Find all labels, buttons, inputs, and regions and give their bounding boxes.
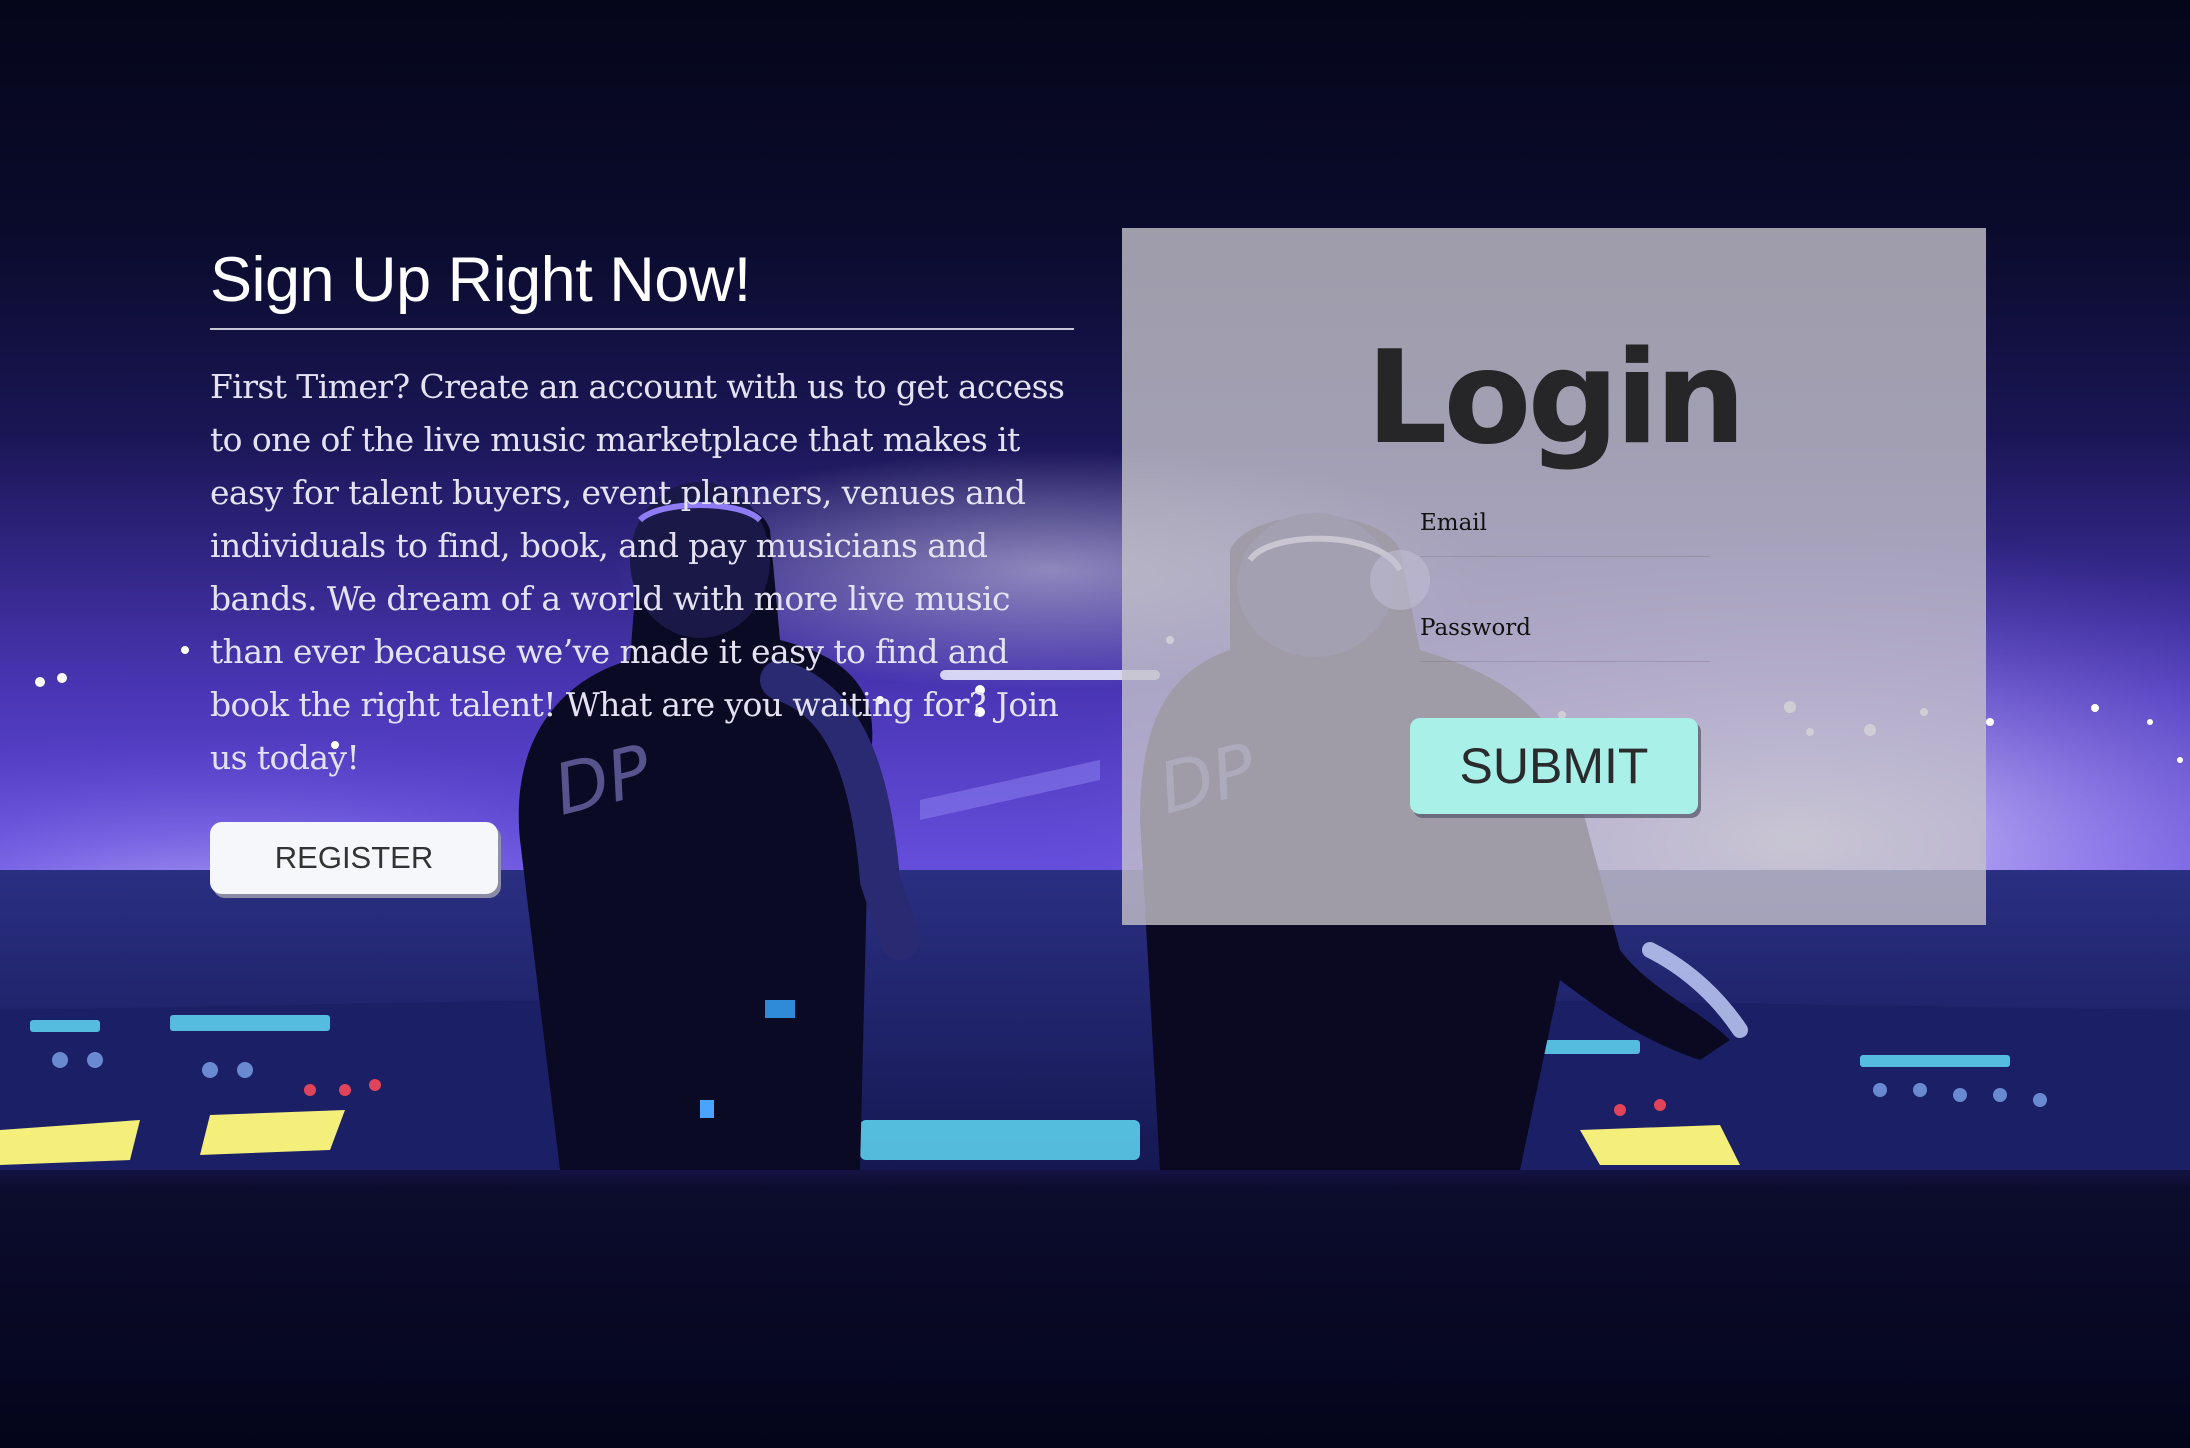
register-button[interactable]: REGISTER xyxy=(210,822,498,894)
submit-button[interactable]: SUBMIT xyxy=(1410,718,1698,814)
login-panel: Login Email Password SUBMIT xyxy=(1122,228,1986,925)
signup-divider xyxy=(210,328,1074,330)
password-input[interactable] xyxy=(1420,647,1710,662)
signup-description: First Timer? Create an account with us t… xyxy=(210,367,1065,777)
signup-title: Sign Up Right Now! xyxy=(210,245,751,315)
email-field-group: Email xyxy=(1420,508,1710,557)
signup-section: Sign Up Right Now! First Timer? Create a… xyxy=(210,240,1074,894)
login-title: Login xyxy=(1365,324,1746,473)
password-label: Password xyxy=(1420,615,1532,641)
email-input[interactable] xyxy=(1420,542,1710,557)
email-label: Email xyxy=(1420,510,1488,536)
password-field-group: Password xyxy=(1420,613,1710,662)
